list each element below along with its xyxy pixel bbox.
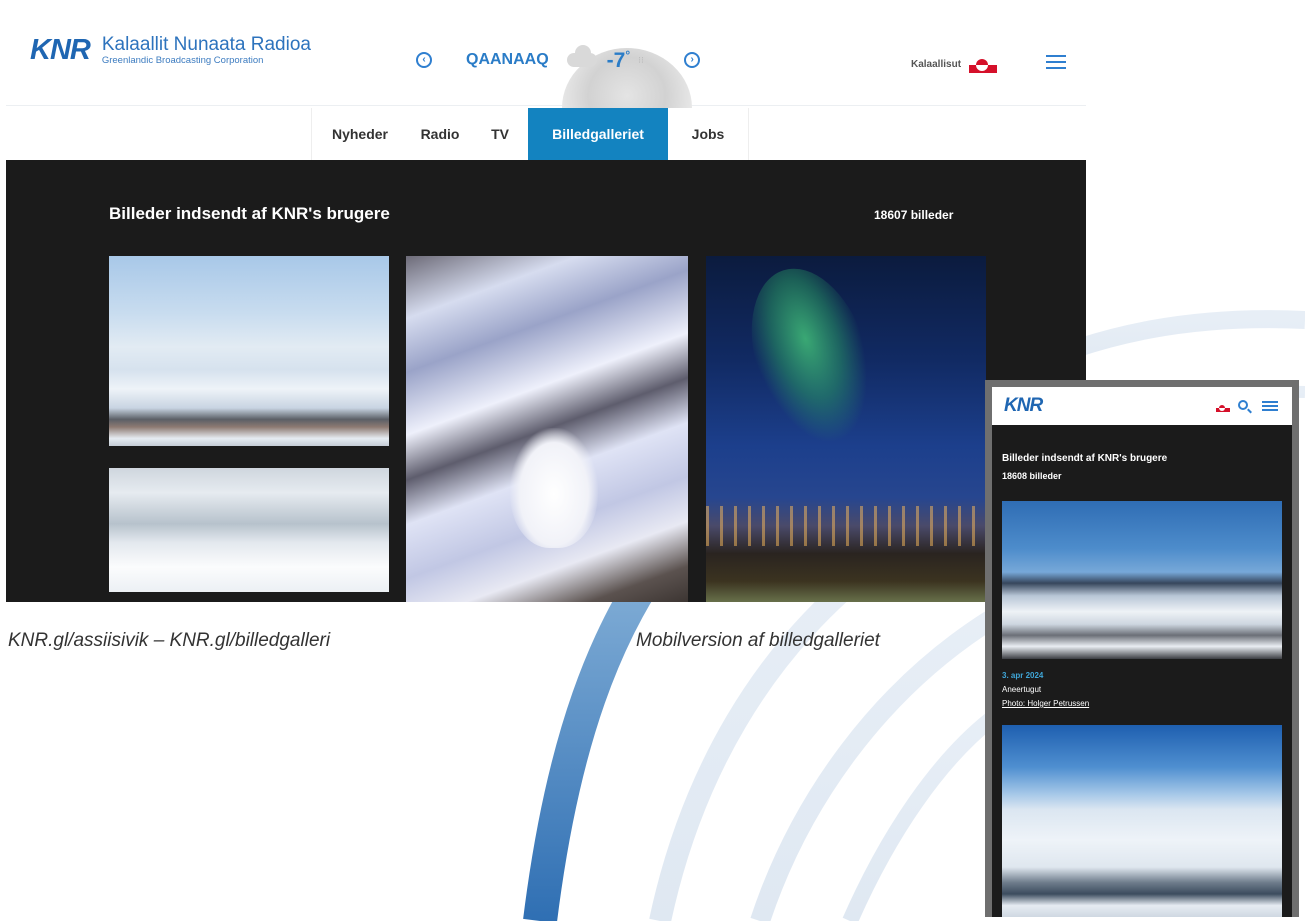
gallery-photo-sea-ice[interactable]: [109, 256, 389, 446]
search-icon[interactable]: [1238, 400, 1248, 410]
mobile-header: KNR: [992, 387, 1292, 425]
site-header: KNR Kalaallit Nunaata Radioa Greenlandic…: [6, 6, 1086, 168]
desktop-screenshot: KNR Kalaallit Nunaata Radioa Greenlandic…: [6, 6, 1086, 602]
main-nav: Nyheder Radio TV Billedgalleriet Jobs: [311, 108, 749, 160]
weather-city: QAANAAQ: [466, 51, 549, 68]
tab-nyheder[interactable]: Nyheder: [312, 108, 408, 160]
mobile-photo-sea-ice[interactable]: [1002, 725, 1282, 917]
tab-radio[interactable]: Radio: [408, 108, 472, 160]
hamburger-icon[interactable]: [1046, 55, 1066, 69]
gallery-photo-arctic-hare[interactable]: [406, 256, 688, 602]
language-label: Kalaallisut: [911, 59, 962, 70]
tab-tv[interactable]: TV: [472, 108, 528, 160]
weather-widget: ‹ QAANAAQ -7° ⁝⁝ ›: [416, 45, 701, 74]
temperature-unit: °: [625, 47, 631, 62]
gallery-section: Billeder indsendt af KNR's brugere 18607…: [6, 160, 1086, 602]
photo-date: 3. apr 2024: [1002, 671, 1044, 680]
town-lights: [706, 506, 986, 546]
mobile-photo-mountains[interactable]: [1002, 501, 1282, 659]
mobile-gallery-heading: Billeder indsendt af KNR's brugere: [1002, 453, 1168, 464]
mobile-knr-logo[interactable]: KNR: [1004, 395, 1043, 417]
greenland-flag-icon: [969, 56, 998, 73]
mobile-screenshot-frame: KNR Billeder indsendt af KNR's brugere 1…: [985, 380, 1299, 917]
mobile-screen: KNR Billeder indsendt af KNR's brugere 1…: [992, 387, 1292, 917]
gallery-photo-northern-lights[interactable]: [706, 256, 986, 602]
site-logo[interactable]: KNR Kalaallit Nunaata Radioa Greenlandic…: [30, 34, 311, 67]
temperature-value: -7: [606, 48, 626, 72]
arctic-hare: [510, 428, 598, 548]
weather-temperature: -7°: [607, 48, 631, 73]
logo-text: Kalaallit Nunaata Radioa Greenlandic Bro…: [101, 33, 311, 67]
mobile-gallery-count: 18608 billeder: [1002, 471, 1062, 481]
language-switch[interactable]: Kalaallisut: [911, 56, 998, 73]
caption-mobile: Mobilversion af billedgalleriet: [636, 630, 880, 651]
logo-subtitle: Greenlandic Broadcasting Corporation: [101, 54, 264, 66]
tab-jobs[interactable]: Jobs: [668, 108, 748, 160]
greenland-flag-icon[interactable]: [1216, 404, 1230, 412]
aurora: [730, 256, 892, 459]
photo-credit-link[interactable]: Photo: Holger Petrussen: [1002, 699, 1089, 708]
rain-icon: ⁝⁝: [638, 54, 644, 65]
gallery-photo-snow-drift[interactable]: [109, 468, 389, 592]
gallery-count: 18607 billeder: [874, 208, 954, 222]
knr-logo-mark: KNR: [30, 34, 91, 66]
hamburger-icon[interactable]: [1262, 401, 1278, 411]
caption-desktop: KNR.gl/assiisivik – KNR.gl/billedgalleri: [8, 630, 331, 651]
chevron-right-circle-icon[interactable]: ›: [684, 52, 701, 68]
cloud-icon: [566, 45, 597, 67]
gallery-heading: Billeder indsendt af KNR's brugere: [109, 204, 390, 223]
photo-title: Aneertugut: [1002, 685, 1042, 694]
tab-billedgalleriet[interactable]: Billedgalleriet: [528, 108, 668, 160]
logo-title: Kalaallit Nunaata Radioa: [101, 33, 311, 55]
chevron-left-circle-icon[interactable]: ‹: [416, 52, 432, 68]
